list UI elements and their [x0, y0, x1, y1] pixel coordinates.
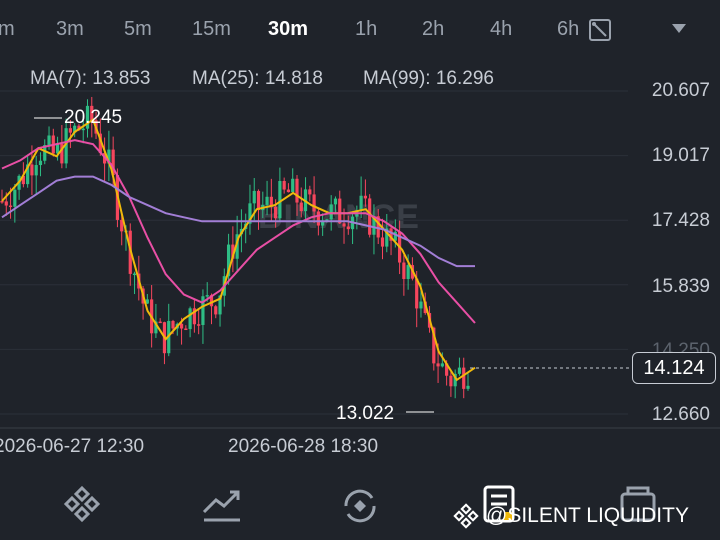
binance-logo-icon: [453, 503, 479, 529]
candle-body: [359, 195, 363, 211]
y-tick-label: 20.607: [651, 80, 710, 101]
candle-body: [308, 189, 312, 195]
trade-icon[interactable]: [200, 484, 244, 524]
tab-1h[interactable]: 1h: [355, 18, 377, 41]
timeframe-tabs: m 3m 5m 15m 30m 1h 2h 4h 6h: [0, 0, 720, 60]
tab-6h[interactable]: 6h: [557, 18, 579, 41]
candle-body: [342, 223, 346, 227]
candle-body: [402, 262, 406, 279]
candle-body: [184, 328, 188, 331]
candle-body: [256, 190, 261, 211]
candle-body: [291, 178, 295, 193]
tab-1m[interactable]: m: [0, 18, 15, 41]
candle-body: [363, 195, 367, 199]
candle-body: [38, 160, 43, 166]
tab-5m[interactable]: 5m: [124, 18, 152, 41]
candle-body: [8, 205, 13, 208]
candle-body: [282, 180, 286, 190]
candle-body: [30, 164, 34, 176]
candle-body: [436, 363, 440, 367]
y-tick-label: 19.017: [651, 145, 710, 166]
candle-body: [4, 201, 8, 206]
tab-3m[interactable]: 3m: [56, 18, 84, 41]
drawing-tools-icon[interactable]: [588, 18, 612, 42]
candle-body: [457, 367, 462, 374]
candle-body: [440, 363, 444, 367]
markets-icon[interactable]: [62, 484, 102, 524]
candle-body: [158, 321, 162, 324]
candle-body: [265, 196, 269, 205]
candle-body: [286, 189, 291, 193]
candle-body: [299, 202, 303, 212]
candle-body: [252, 190, 256, 204]
y-tick-label: 12.660: [651, 404, 710, 425]
x-tick-label: 2026-06-27 12:30: [0, 436, 145, 457]
candle-body: [0, 201, 4, 203]
candle-body: [338, 198, 342, 224]
x-tick-label: 2026-06-28 18:30: [228, 436, 379, 457]
candle-body: [333, 198, 338, 205]
tab-30m[interactable]: 30m: [268, 18, 308, 41]
candle-body: [34, 165, 38, 176]
candle-body: [462, 367, 466, 389]
candle-body: [419, 301, 423, 309]
candle-body: [214, 306, 218, 315]
candle-body: [278, 180, 282, 219]
candle-body: [132, 273, 137, 276]
convert-icon[interactable]: [338, 484, 382, 528]
candle-body: [171, 320, 175, 329]
candle-body: [368, 198, 372, 235]
candle-body: [179, 323, 184, 329]
tab-4h[interactable]: 4h: [490, 18, 512, 41]
tab-15m[interactable]: 15m: [192, 18, 231, 41]
candle-body: [47, 135, 51, 146]
candle-body: [205, 295, 209, 297]
candle-body: [197, 324, 201, 326]
credit-text: @SILENT LIQUIDITY: [486, 504, 689, 527]
low-price-annotation: 13.022: [336, 403, 395, 424]
candle-body: [312, 194, 316, 212]
candle-body: [13, 189, 17, 207]
candle-body: [406, 265, 410, 279]
candle-body: [295, 178, 299, 203]
tab-2h[interactable]: 2h: [422, 18, 444, 41]
high-price-annotation: 20.245: [64, 107, 123, 128]
y-tick-label: 15.839: [651, 276, 710, 297]
chevron-down-icon[interactable]: [672, 24, 686, 33]
candle-body: [380, 237, 385, 247]
candle-body: [188, 308, 192, 330]
candle-body: [274, 206, 278, 219]
y-tick-label: 17.428: [651, 210, 710, 231]
candle-body: [449, 375, 453, 387]
candle-body: [466, 385, 470, 389]
candle-body: [329, 204, 333, 220]
current-price-box: 14.124: [632, 352, 716, 384]
credit-watermark: @SILENT LIQUIDITY: [452, 502, 689, 530]
candle-body: [346, 226, 350, 230]
candle-body: [316, 211, 320, 226]
